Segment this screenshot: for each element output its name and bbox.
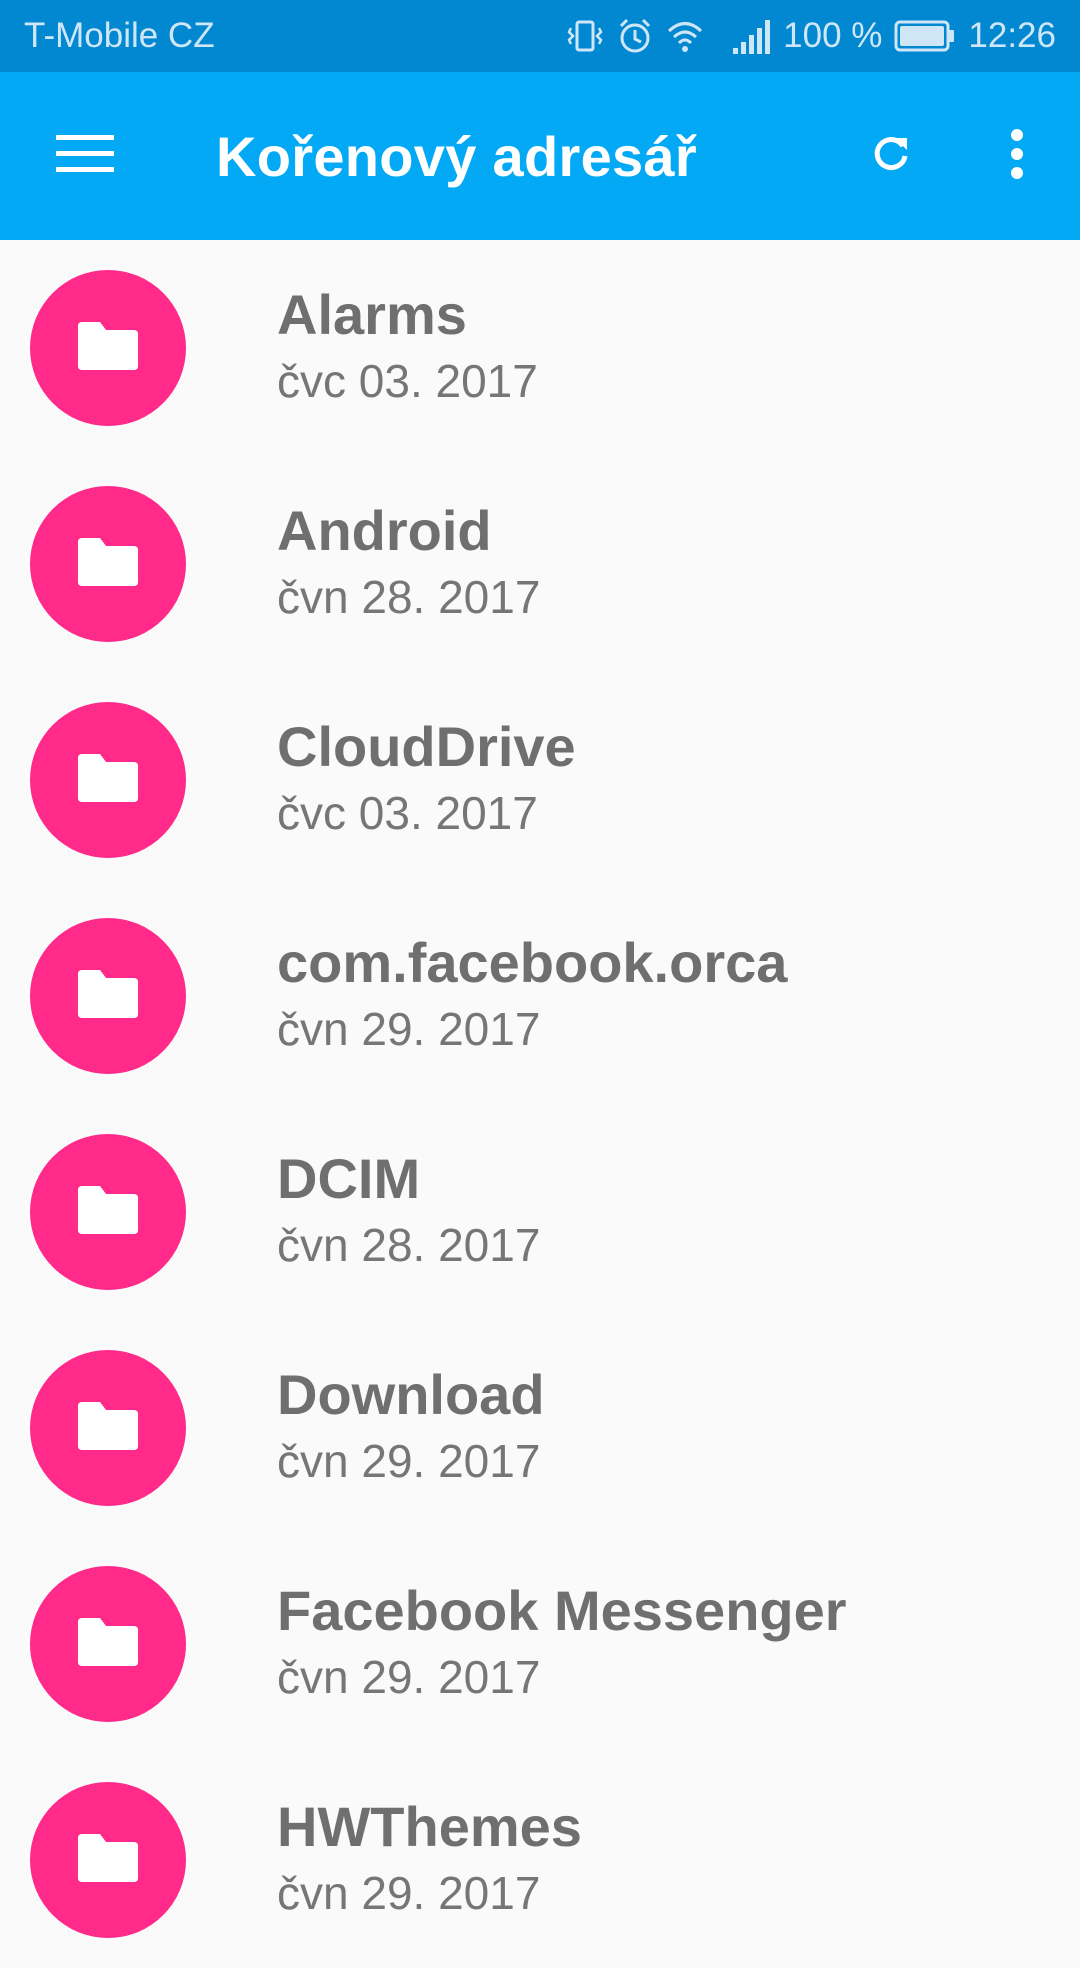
carrier-name: T-Mobile CZ [24,16,215,55]
menu-button[interactable] [0,72,170,240]
file-date: čvc 03. 2017 [277,787,538,839]
file-name: Alarms [277,283,467,346]
signal-icon [731,16,771,56]
folder-avatar [30,918,186,1074]
list-item[interactable]: Alarms čvc 03. 2017 [0,240,1080,456]
file-name: DCIM [277,1147,421,1210]
list-item[interactable]: Android čvn 28. 2017 [0,456,1080,672]
alarm-icon [617,16,653,56]
folder-avatar [30,1566,186,1722]
folder-icon [76,1184,140,1241]
clock: 12:26 [968,16,1056,55]
folder-icon [76,1832,140,1889]
file-date: čvn 29. 2017 [277,1435,541,1487]
item-text: Download čvn 29. 2017 [277,1364,545,1488]
folder-icon [76,968,140,1025]
folder-avatar [30,486,186,642]
file-name: CloudDrive [277,715,576,778]
item-text: Facebook Messenger čvn 29. 2017 [277,1580,847,1704]
app-toolbar: Kořenový adresář [0,72,1080,240]
item-text: HWThemes čvn 29. 2017 [277,1796,582,1920]
folder-icon [76,1400,140,1457]
item-text: Android čvn 28. 2017 [277,500,540,624]
folder-avatar [30,702,186,858]
item-text: Alarms čvc 03. 2017 [277,284,538,408]
item-text: DCIM čvn 28. 2017 [277,1148,540,1272]
file-date: čvc 03. 2017 [277,355,538,407]
battery-icon [894,19,956,53]
file-date: čvn 29. 2017 [277,1003,541,1055]
folder-avatar [30,1134,186,1290]
refresh-icon [869,132,913,181]
vibrate-icon [565,16,605,56]
folder-icon [76,536,140,593]
wifi-icon [665,16,705,56]
folder-avatar [30,1782,186,1938]
more-vert-icon [1009,128,1025,184]
file-name: HWThemes [277,1795,582,1858]
file-name: Android [277,499,492,562]
folder-icon [76,1616,140,1673]
file-list: Alarms čvc 03. 2017 Android čvn 28. 2017… [0,240,1080,1968]
list-item[interactable]: Facebook Messenger čvn 29. 2017 [0,1536,1080,1752]
refresh-button[interactable] [828,72,954,240]
battery-percent: 100 % [783,16,883,55]
more-options-button[interactable] [954,72,1080,240]
folder-avatar [30,270,186,426]
list-item[interactable]: Download čvn 29. 2017 [0,1320,1080,1536]
item-text: com.facebook.orca čvn 29. 2017 [277,932,787,1056]
status-icons: 100 % 12:26 [565,16,1056,56]
file-date: čvn 28. 2017 [277,571,541,623]
list-item[interactable]: DCIM čvn 28. 2017 [0,1104,1080,1320]
list-item[interactable]: com.facebook.orca čvn 29. 2017 [0,888,1080,1104]
file-date: čvn 28. 2017 [277,1219,541,1271]
status-bar: T-Mobile CZ 100 % 12:26 [0,0,1080,72]
file-name: com.facebook.orca [277,931,788,994]
folder-icon [76,752,140,809]
file-date: čvn 29. 2017 [277,1867,541,1919]
item-text: CloudDrive čvc 03. 2017 [277,716,576,840]
folder-avatar [30,1350,186,1506]
page-title: Kořenový adresář [216,124,698,188]
list-item[interactable]: CloudDrive čvc 03. 2017 [0,672,1080,888]
file-name: Download [277,1363,545,1426]
list-item[interactable]: HWThemes čvn 29. 2017 [0,1752,1080,1968]
folder-icon [76,320,140,377]
hamburger-menu-icon [56,133,114,180]
file-name: Facebook Messenger [277,1579,847,1642]
file-date: čvn 29. 2017 [277,1651,541,1703]
